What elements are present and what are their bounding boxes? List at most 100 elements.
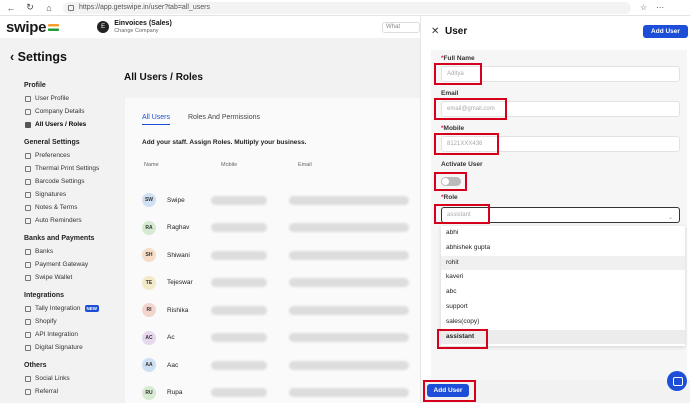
sidebar-item-swipe-wallet[interactable]: Swipe Wallet — [25, 274, 72, 281]
shopify-icon — [25, 318, 31, 325]
sidebar-item-payment-gateway[interactable]: Payment Gateway — [25, 261, 88, 268]
table-row[interactable]: RI Rishika — [142, 299, 420, 321]
user-name: Rishika — [167, 306, 189, 314]
full-name-label: *Full Name — [441, 55, 475, 62]
sidebar-item-auto-reminders[interactable]: Auto Reminders — [25, 217, 82, 224]
col-header-email: Email — [298, 162, 312, 168]
avatar: RU — [142, 385, 156, 400]
building-icon — [25, 108, 31, 115]
role-option[interactable]: kaveri — [441, 270, 685, 285]
swipe-logo[interactable]: swipe — [6, 19, 46, 36]
role-option[interactable]: abhishek gupta — [441, 241, 685, 256]
company-switcher[interactable]: E Einvoices (Sales) Change Company — [97, 20, 172, 35]
address-bar[interactable]: https://app.getswipe.in/user?tab=all_use… — [63, 1, 631, 14]
table-row[interactable]: AC Ac — [142, 327, 420, 349]
sidebar-item-digital-signature[interactable]: Digital Signature — [25, 344, 83, 351]
sidebar-item-api[interactable]: API Integration — [25, 331, 78, 338]
sidebar-item-barcode[interactable]: Barcode Settings — [25, 178, 85, 185]
sidebar-item-tally[interactable]: Tally Integration NEW — [25, 305, 100, 312]
search-input[interactable]: What — [382, 22, 420, 33]
avatar: AC — [142, 330, 156, 345]
avatar: RI — [142, 303, 156, 317]
mobile-cell-redacted — [211, 305, 267, 315]
user-name: Tejeswar — [167, 279, 193, 286]
settings-sidebar: ‹ Settings Profile User Profile Company … — [0, 38, 118, 403]
role-option[interactable]: abc — [441, 285, 685, 300]
chat-support-icon[interactable] — [667, 371, 687, 391]
role-select[interactable]: assistant ⌄ — [441, 207, 680, 223]
gear-icon — [25, 152, 31, 159]
change-company-link[interactable]: Change Company — [114, 28, 172, 35]
sidebar-item-social-links[interactable]: Social Links — [25, 375, 70, 382]
tab-all-users[interactable]: All Users — [142, 114, 171, 125]
table-row[interactable]: RU Rupa — [142, 382, 420, 403]
table-row[interactable]: AA Aac — [142, 354, 420, 376]
table-row[interactable]: SW Swipe — [142, 189, 420, 211]
back-chevron-icon[interactable]: ‹ — [10, 50, 14, 64]
full-name-field[interactable]: Aditya — [441, 66, 680, 82]
mobile-label: *Mobile — [441, 125, 465, 132]
tab-roles-permissions[interactable]: Roles And Permissions — [188, 114, 260, 121]
table-row[interactable]: TE Tejeswar — [142, 272, 420, 294]
page-title[interactable]: ‹ Settings — [10, 50, 67, 64]
activate-user-label: Activate User — [441, 161, 483, 168]
role-option[interactable]: sales(copy) — [441, 315, 685, 330]
sidebar-item-shopify[interactable]: Shopify — [25, 318, 57, 325]
home-icon[interactable]: ⌂ — [44, 3, 54, 13]
section-integrations: Integrations — [24, 292, 65, 299]
sidebar-item-referral[interactable]: Referral — [25, 388, 58, 395]
user-name: Rupa — [167, 389, 183, 396]
mobile-cell-redacted — [211, 250, 267, 260]
avatar: RA — [142, 220, 156, 235]
user-icon — [25, 95, 31, 102]
link-icon — [25, 305, 31, 312]
avatar: AA — [142, 358, 156, 372]
back-arrow-icon[interactable]: ← — [6, 3, 16, 13]
sidebar-item-thermal-print[interactable]: Thermal Print Settings — [25, 165, 99, 172]
sidebar-item-signatures[interactable]: Signatures — [25, 191, 66, 198]
email-field[interactable]: email@gmail.com — [441, 101, 680, 117]
role-dropdown: abhi abhishek gupta rohit kaveri abc sup… — [441, 226, 685, 346]
bell-icon — [25, 217, 31, 224]
browser-toolbar: ← ↻ ⌂ https://app.getswipe.in/user?tab=a… — [0, 0, 690, 16]
api-icon — [25, 331, 31, 338]
table-row[interactable]: SH Shiwani — [142, 244, 420, 266]
sidebar-item-notes-terms[interactable]: Notes & Terms — [25, 204, 78, 211]
role-option[interactable]: rohit — [441, 255, 685, 271]
user-form: *Full Name Aditya Email email@gmail.com … — [431, 50, 687, 380]
drawer-header: ✕ User Add User — [421, 16, 690, 48]
role-option-selected[interactable]: assistant — [441, 329, 685, 345]
sidebar-item-banks[interactable]: Banks — [25, 248, 53, 255]
card-icon — [25, 261, 31, 268]
company-name: Einvoices (Sales) — [114, 19, 172, 27]
sidebar-item-all-users[interactable]: All Users / Roles — [25, 121, 86, 128]
refresh-icon[interactable]: ↻ — [25, 2, 35, 13]
chevron-down-icon: ⌄ — [667, 215, 673, 221]
close-icon[interactable]: ✕ — [431, 26, 439, 37]
email-cell-redacted — [289, 305, 409, 315]
mobile-cell-redacted — [211, 388, 267, 397]
printer-icon — [25, 165, 31, 172]
extensions-icon[interactable]: ⋯ — [656, 3, 664, 12]
signature-icon — [25, 191, 31, 198]
email-cell-redacted — [289, 250, 409, 260]
star-icon[interactable]: ☆ — [640, 3, 647, 12]
role-option[interactable]: support — [441, 300, 685, 315]
add-user-button[interactable]: Add User — [643, 25, 688, 38]
bank-icon — [25, 248, 31, 255]
sidebar-item-preferences[interactable]: Preferences — [25, 152, 70, 159]
user-name: Shiwani — [167, 251, 190, 259]
add-user-submit-button[interactable]: Add User — [427, 384, 469, 397]
barcode-icon — [25, 178, 31, 185]
main-content: All Users / Roles All Users Roles And Pe… — [118, 38, 420, 403]
activate-user-toggle[interactable] — [441, 177, 461, 186]
toggle-knob — [442, 178, 449, 185]
sidebar-item-company-details[interactable]: Company Details — [25, 108, 85, 115]
email-cell-redacted — [289, 278, 409, 287]
role-option[interactable]: abhi — [441, 226, 685, 241]
email-cell-redacted — [289, 223, 409, 232]
table-row[interactable]: RA Raghav — [142, 217, 420, 239]
mobile-field[interactable]: 8121XXX436 — [441, 136, 680, 152]
sidebar-item-user-profile[interactable]: User Profile — [25, 95, 69, 102]
drawer-footer: Add User — [421, 380, 690, 403]
